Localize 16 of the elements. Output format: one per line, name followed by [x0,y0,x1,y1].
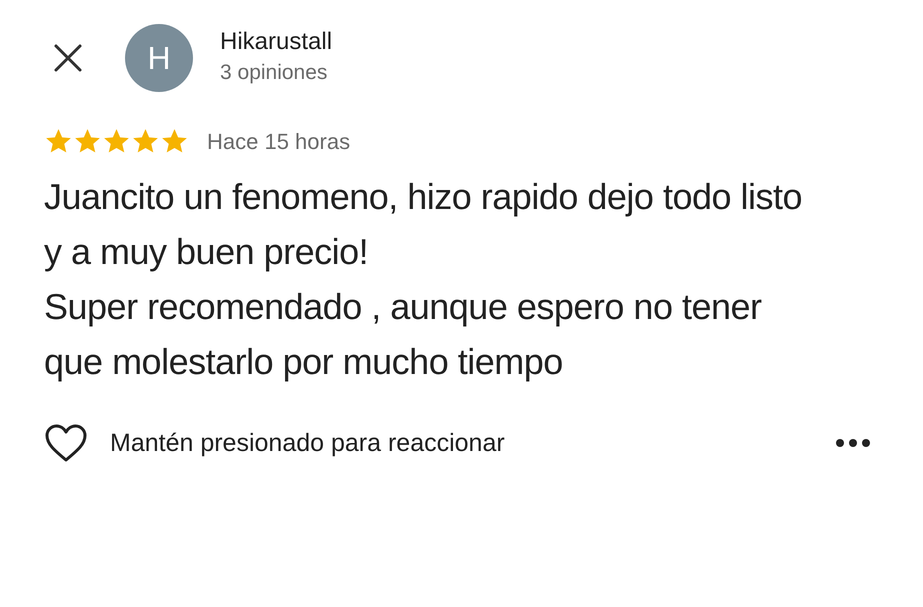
review-time: Hace 15 horas [207,128,350,154]
heart-icon [44,423,88,463]
star-icon [102,128,131,155]
more-icon [835,438,871,448]
close-button[interactable] [53,43,83,73]
star-icon [73,128,102,155]
close-icon [53,43,83,73]
review-text: Juancito un fenomeno, hizo rapido dejo todo listo y a muy buen precio! [44,175,804,274]
review-text: Super recomendado , aunque espero no tener que molestarlo por mucho tiempo [44,285,763,384]
review-count: 3 opiniones [220,60,328,84]
star-icon [160,128,189,155]
reviewer-name[interactable]: Hikarustall [220,28,332,56]
react-button[interactable]: Mantén presionado para reaccionar [44,423,505,463]
more-button[interactable] [835,438,871,448]
star-icon [44,128,73,155]
star-icon [131,128,160,155]
